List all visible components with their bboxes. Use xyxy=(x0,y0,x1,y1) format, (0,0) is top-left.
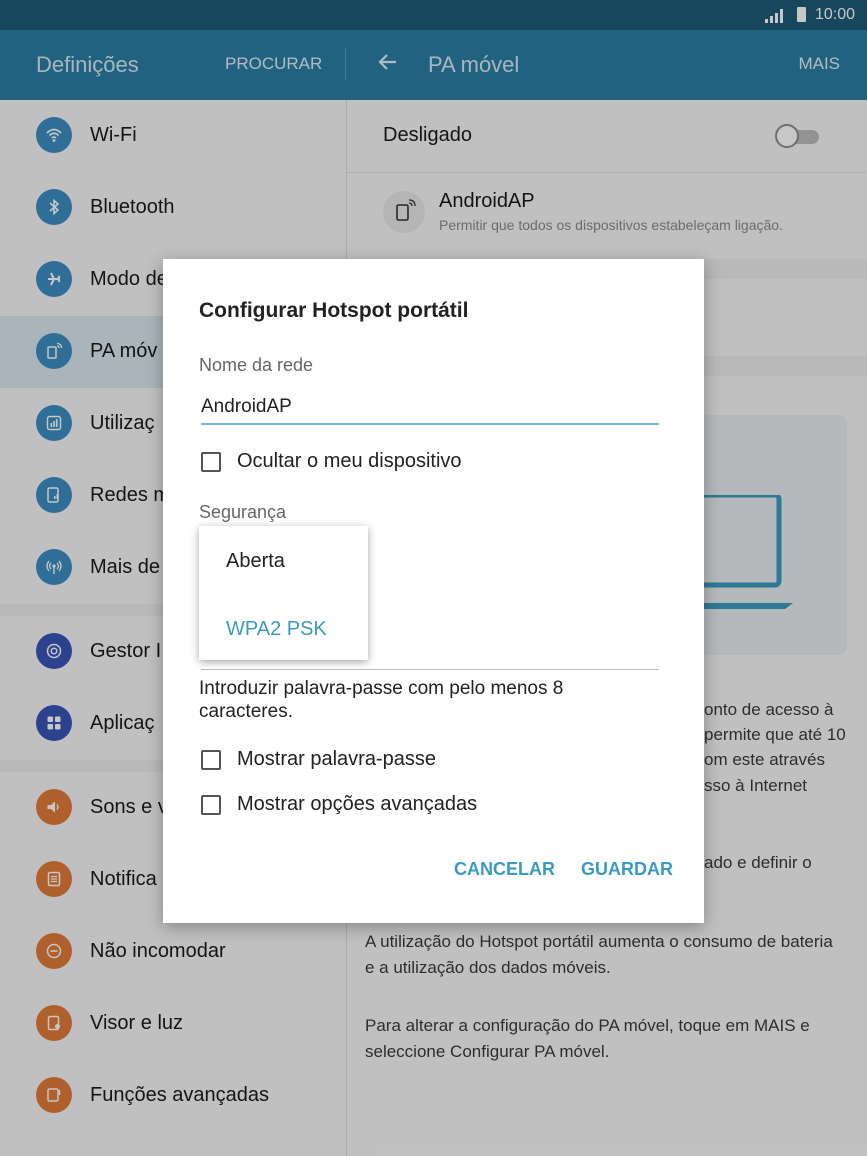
security-dropdown-menu: Aberta WPA2 PSK xyxy=(199,526,368,660)
security-label: Segurança xyxy=(199,502,287,522)
show-advanced-checkbox[interactable] xyxy=(201,795,221,815)
hide-device-label: Ocultar o meu dispositivo xyxy=(237,450,462,472)
password-hint: Introduzir palavra-passe com pelo menos … xyxy=(199,678,564,722)
cancel-button[interactable]: CANCELAR xyxy=(454,859,555,880)
hide-device-checkbox[interactable] xyxy=(201,452,221,472)
show-password-checkbox[interactable] xyxy=(201,750,221,770)
show-advanced-checkbox-row[interactable]: Mostrar opções avançadas xyxy=(201,793,641,821)
security-option-wpa2[interactable]: WPA2 PSK xyxy=(226,618,327,641)
show-password-checkbox-row[interactable]: Mostrar palavra-passe xyxy=(201,748,641,776)
save-button[interactable]: GUARDAR xyxy=(581,859,673,880)
network-name-label: Nome da rede xyxy=(199,355,314,375)
password-field-underline[interactable] xyxy=(201,669,659,670)
security-option-open[interactable]: Aberta xyxy=(226,550,285,573)
dialog-title: Configurar Hotspot portátil xyxy=(199,299,469,322)
show-advanced-label: Mostrar opções avançadas xyxy=(237,793,478,815)
show-password-label: Mostrar palavra-passe xyxy=(237,748,436,770)
hide-device-checkbox-row[interactable]: Ocultar o meu dispositivo xyxy=(201,450,641,478)
network-name-input[interactable] xyxy=(201,391,659,425)
